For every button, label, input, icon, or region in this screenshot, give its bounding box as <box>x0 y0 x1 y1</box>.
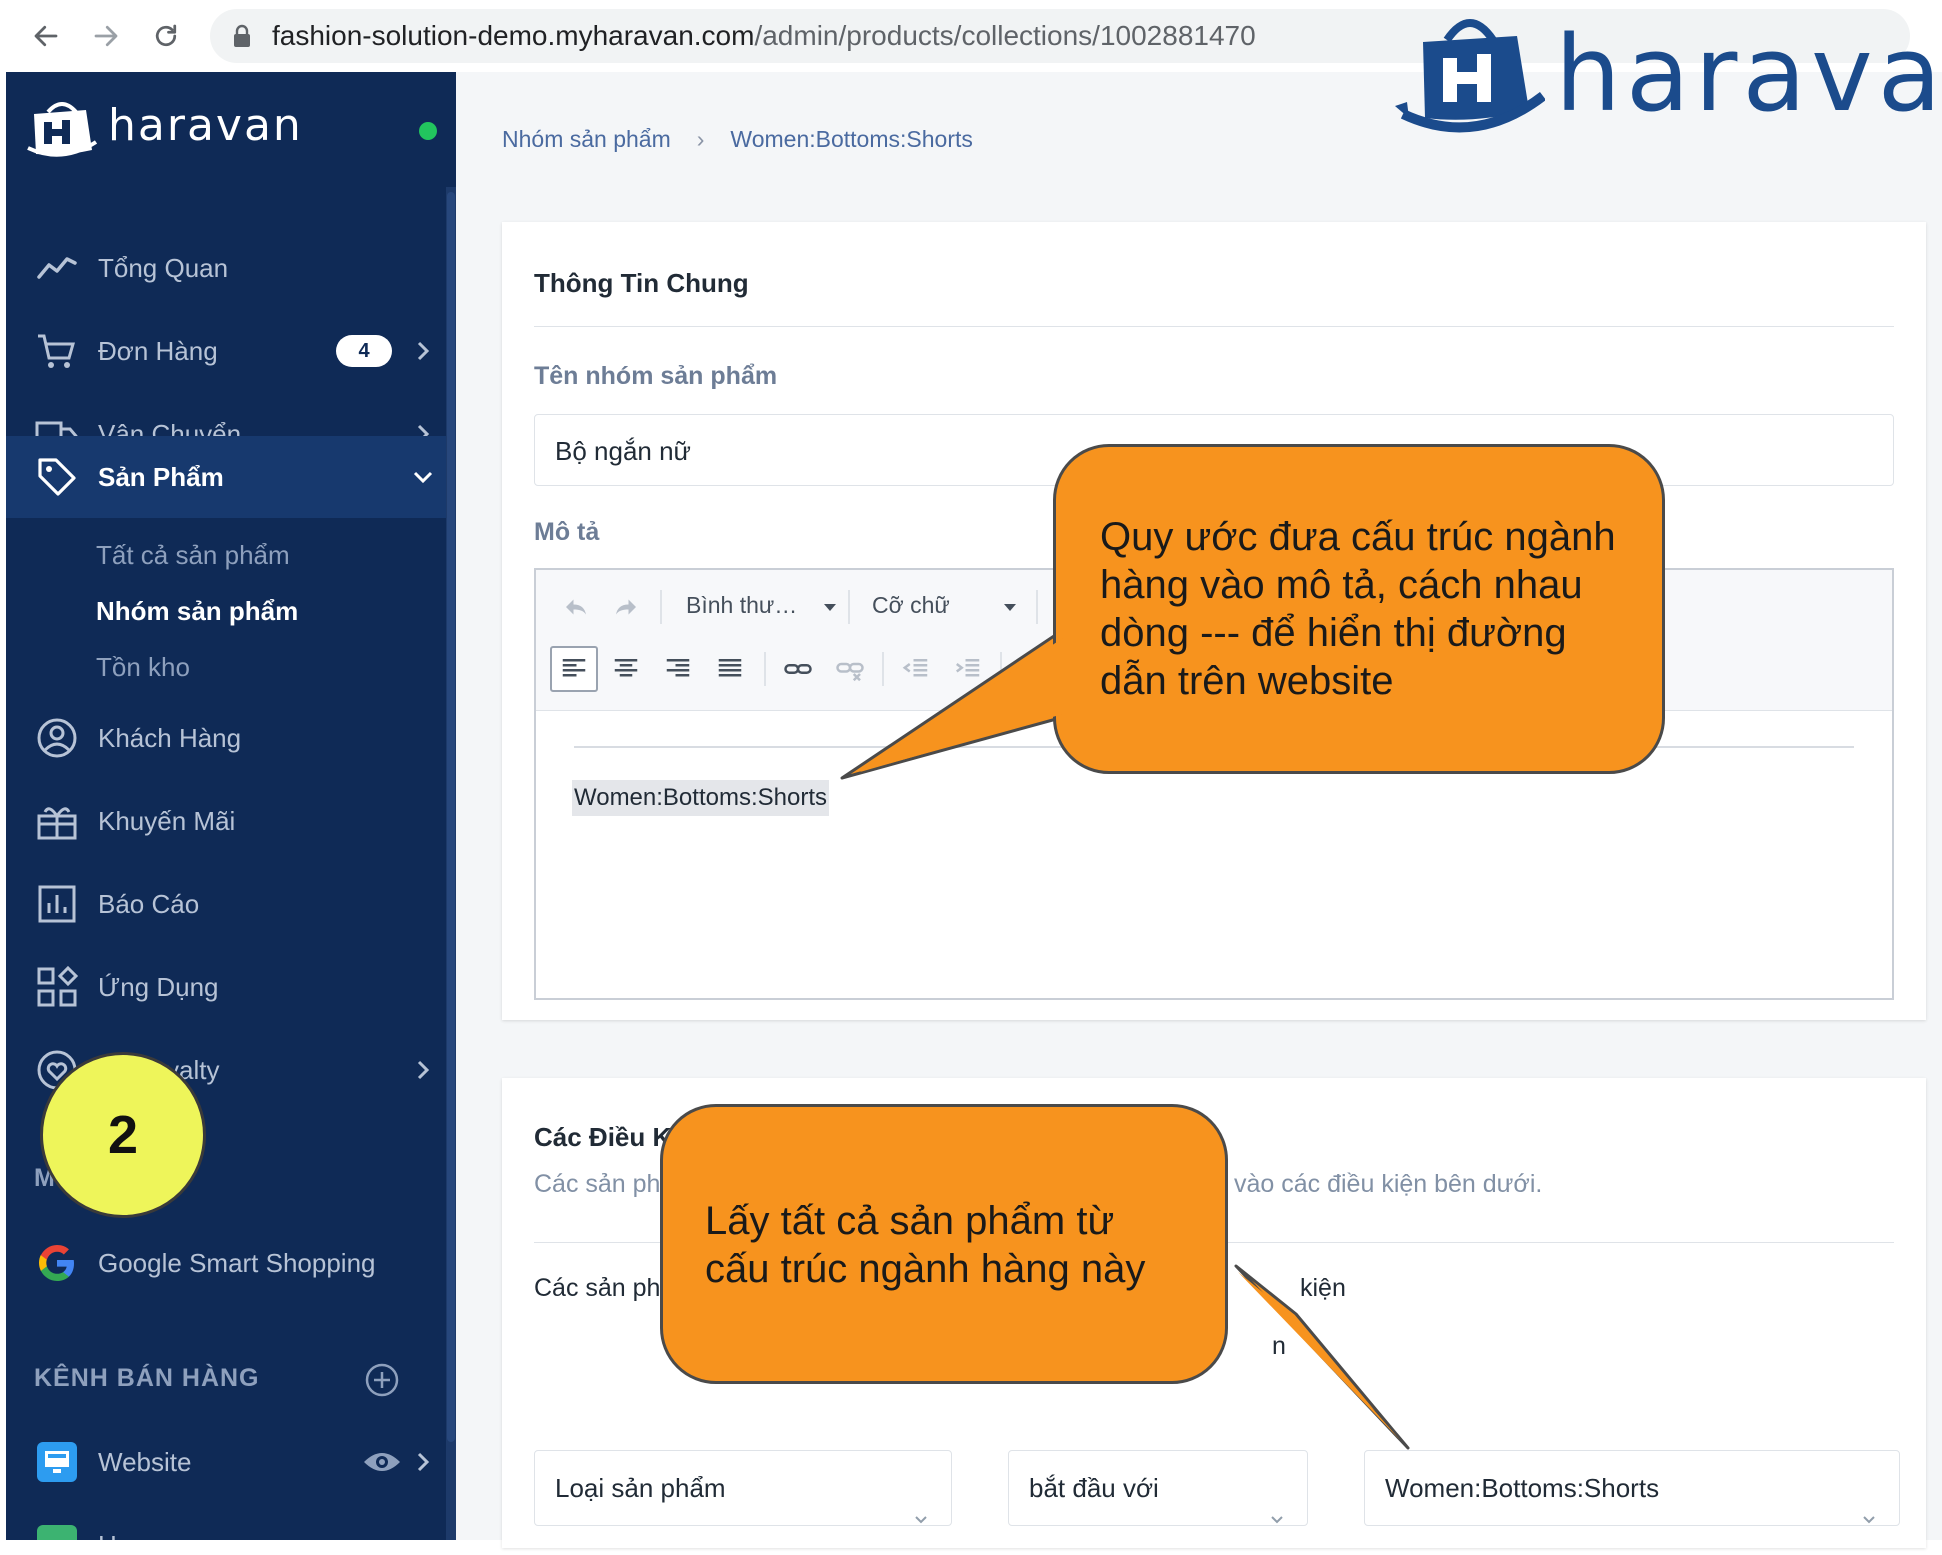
condition-field-select[interactable]: Loại sản phẩm <box>534 1450 952 1526</box>
sidebar-scroll-thumb[interactable] <box>447 192 455 1442</box>
callout-line: dẫn trên website <box>1100 659 1394 703</box>
step-number-marker: 2 <box>40 1052 206 1218</box>
align-left-icon[interactable] <box>550 646 598 692</box>
callout-description-convention: Quy ước đưa cấu trúc ngành hàng vào mô t… <box>1053 444 1665 774</box>
toolbar-separator <box>660 590 662 624</box>
conditions-match-text-end: kiện <box>1300 1274 1346 1302</box>
haravan-brand-logo: haravan <box>1395 6 1942 146</box>
breadcrumb-parent-link[interactable]: Nhóm sản phẩm <box>502 126 671 153</box>
sidebar-item-orders[interactable]: Đơn Hàng 4 <box>6 310 446 392</box>
haravan-brand-text: haravan <box>1555 13 1942 135</box>
conditions-description-end: vào các điều kiện bên dưới. <box>1234 1170 1543 1198</box>
align-center-icon[interactable] <box>602 646 650 692</box>
toolbar-separator <box>1000 652 1002 686</box>
callout-line: hàng vào mô tả, cách nhau <box>1100 563 1583 607</box>
toolbar-separator <box>764 652 766 686</box>
breadcrumb-separator-icon: › <box>696 126 705 152</box>
card-title-general: Thông Tin Chung <box>534 268 749 298</box>
sidebar-item-customers[interactable]: Khách Hàng <box>6 697 446 779</box>
orders-count-badge: 4 <box>336 335 392 367</box>
sidebar-item-apps[interactable]: Ứng Dụng <box>6 946 446 1028</box>
chevron-down-icon <box>1269 1481 1285 1524</box>
url-text: fashion-solution-demo.myharavan.com/admi… <box>272 20 1256 51</box>
google-icon <box>34 1240 80 1286</box>
font-size-dropdown[interactable]: Cỡ chữ <box>872 592 1022 619</box>
conditions-description: Các sản ph <box>534 1170 661 1198</box>
chevron-right-icon <box>410 1057 436 1083</box>
toolbar-separator <box>1036 590 1038 624</box>
haravan-bag-logo-icon <box>1395 19 1545 133</box>
collection-name-label: Tên nhóm sản phẩm <box>534 362 778 390</box>
apps-icon <box>34 964 80 1010</box>
align-right-icon[interactable] <box>654 646 702 692</box>
callout-line: Lấy tất cả sản phẩm từ <box>705 1199 1115 1243</box>
caret-down-icon <box>824 604 836 611</box>
sidebar-item-google-smart-shopping[interactable]: Google Smart Shopping <box>6 1222 446 1304</box>
reload-icon[interactable] <box>144 14 188 58</box>
breadcrumb: Nhóm sản phẩm › Women:Bottoms:Shorts <box>502 126 973 153</box>
sidebar-subitem-collections[interactable]: Nhóm sản phẩm <box>96 596 298 627</box>
undo-icon[interactable] <box>552 584 600 630</box>
breadcrumb-current: Women:Bottoms:Shorts <box>730 126 973 152</box>
cart-icon <box>34 328 80 374</box>
condition-value-select[interactable]: Women:Bottoms:Shorts <box>1364 1450 1900 1526</box>
callout-line: dòng --- để hiển thị đường <box>1100 611 1567 655</box>
sidebar-subitem-inventory[interactable]: Tồn kho <box>96 652 190 683</box>
chevron-down-icon <box>1861 1481 1877 1524</box>
chevron-down-icon <box>410 464 436 490</box>
gift-icon <box>34 798 80 844</box>
toolbar-separator <box>848 590 850 624</box>
sidebar-item-website[interactable]: Website <box>6 1421 446 1503</box>
chevron-right-icon <box>410 338 436 364</box>
callout-line: cấu trúc ngành hàng này <box>705 1247 1146 1291</box>
card-title-conditions: Các Điều Ki <box>534 1122 679 1152</box>
align-justify-icon[interactable] <box>706 646 754 692</box>
forward-icon[interactable] <box>84 14 128 58</box>
sidebar-item-promotions[interactable]: Khuyến Mãi <box>6 780 446 862</box>
condition-operator-select[interactable]: bắt đầu với <box>1008 1450 1308 1526</box>
eye-icon[interactable] <box>362 1447 402 1477</box>
chevron-right-icon <box>410 1449 436 1475</box>
description-text[interactable]: Women:Bottoms:Shorts <box>572 780 829 816</box>
sidebar-item-overview[interactable]: Tổng Quan <box>6 227 446 309</box>
conditions-match-text: Các sản ph <box>534 1274 661 1302</box>
toolbar-separator <box>882 652 884 686</box>
link-icon[interactable] <box>774 646 822 692</box>
sidebar-item-reports[interactable]: Báo Cáo <box>6 863 446 945</box>
store-icon <box>34 1522 80 1540</box>
sidebar-logo-text: haravan <box>108 100 303 151</box>
indent-icon[interactable] <box>944 646 992 692</box>
lock-icon <box>234 24 250 47</box>
paragraph-icon[interactable] <box>1010 646 1058 692</box>
website-icon <box>34 1439 80 1485</box>
outdent-icon[interactable] <box>892 646 940 692</box>
unlink-icon[interactable] <box>826 646 874 692</box>
haravan-bag-icon <box>27 102 98 157</box>
caret-down-icon <box>1004 604 1016 611</box>
sales-channels-heading: KÊNH BÁN HÀNG <box>34 1364 260 1392</box>
sidebar: haravan Tổng Quan Đơn Hàng 4 Vận Chuyển … <box>6 72 456 1540</box>
description-label: Mô tả <box>534 518 600 546</box>
conditions-partial-text: n <box>1272 1332 1286 1360</box>
chart-line-icon <box>34 245 80 291</box>
tag-icon <box>34 454 80 500</box>
sidebar-item-haravan-retail[interactable]: Haravan... <box>6 1504 446 1540</box>
redo-icon[interactable] <box>602 584 650 630</box>
back-icon[interactable] <box>24 14 68 58</box>
divider <box>534 326 1894 327</box>
sidebar-subitem-all-products[interactable]: Tất cả sản phẩm <box>96 540 290 571</box>
chevron-down-icon <box>913 1481 929 1524</box>
callout-line: Quy ước đưa cấu trúc ngành <box>1100 515 1616 559</box>
sidebar-item-products[interactable]: Sản Phẩm <box>6 436 446 518</box>
user-circle-icon <box>34 715 80 761</box>
online-status-dot <box>419 122 437 140</box>
report-icon <box>34 881 80 927</box>
callout-product-condition: Lấy tất cả sản phẩm từ cấu trúc ngành hà… <box>660 1104 1228 1384</box>
add-sales-channel-icon[interactable] <box>364 1362 400 1398</box>
format-dropdown[interactable]: Bình thư… <box>686 592 836 619</box>
